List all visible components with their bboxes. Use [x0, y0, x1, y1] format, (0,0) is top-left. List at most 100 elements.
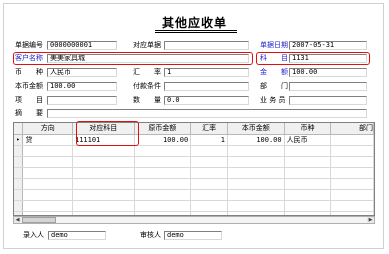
table-row[interactable]: [14, 178, 374, 190]
empty-cell[interactable]: [22, 145, 73, 157]
empty-cell[interactable]: [134, 156, 192, 168]
cell-dept[interactable]: [330, 134, 374, 146]
empty-cell[interactable]: [330, 189, 374, 201]
empty-cell[interactable]: [330, 200, 374, 212]
empty-cell[interactable]: [72, 189, 135, 201]
scroll-left-arrow-icon[interactable]: ◀: [14, 217, 21, 223]
grid-header-indicator: [14, 123, 24, 135]
empty-cell[interactable]: [22, 200, 73, 212]
reviewer-field[interactable]: demo: [164, 231, 222, 240]
empty-cell[interactable]: [284, 189, 332, 201]
table-row[interactable]: [14, 189, 374, 201]
doc-no-field[interactable]: 0000000001: [47, 41, 117, 50]
empty-cell[interactable]: [134, 145, 192, 157]
column-header-currency[interactable]: 币种: [284, 123, 332, 135]
rate-field[interactable]: 1: [164, 68, 249, 77]
empty-cell[interactable]: [284, 156, 332, 168]
row-indicator: [14, 178, 24, 190]
empty-cell[interactable]: [134, 200, 192, 212]
local-amount-field[interactable]: 100.00: [47, 82, 117, 91]
empty-cell[interactable]: [22, 178, 73, 190]
horizontal-scrollbar[interactable]: ◀ ▶: [13, 216, 375, 224]
column-header-local-amount[interactable]: 本币金额: [227, 123, 285, 135]
empty-cell[interactable]: [227, 189, 285, 201]
department-label: 部 门: [260, 82, 288, 90]
empty-cell[interactable]: [190, 200, 228, 212]
empty-cell[interactable]: [134, 178, 192, 190]
empty-cell[interactable]: [72, 167, 135, 179]
table-row[interactable]: [14, 167, 374, 179]
item-field[interactable]: [47, 96, 117, 105]
row-indicator: [14, 167, 24, 179]
empty-cell[interactable]: [190, 145, 228, 157]
empty-cell[interactable]: [330, 156, 374, 168]
amount-field[interactable]: 100.00: [289, 68, 367, 77]
detail-table: 方向 对应科目 原币金额 汇率 本币金额 币种 部门 ▸ 贷 111101 10…: [14, 123, 374, 215]
column-header-rate[interactable]: 汇率: [190, 123, 228, 135]
empty-cell[interactable]: [72, 178, 135, 190]
empty-cell[interactable]: [190, 167, 228, 179]
local-amount-label: 本币金额: [15, 82, 43, 90]
quantity-field[interactable]: 0.0: [164, 96, 249, 105]
quantity-label: 数 量: [133, 96, 161, 104]
empty-cell[interactable]: [22, 156, 73, 168]
empty-cell[interactable]: [330, 145, 374, 157]
empty-cell[interactable]: [134, 189, 192, 201]
cell-orig-amount[interactable]: 100.00: [134, 134, 192, 146]
title-underline: [155, 30, 237, 31]
ref-doc-field[interactable]: [164, 41, 249, 50]
table-row[interactable]: [14, 145, 374, 157]
scroll-right-arrow-icon[interactable]: ▶: [367, 217, 374, 223]
cell-rate[interactable]: 1: [190, 134, 228, 146]
empty-cell[interactable]: [284, 145, 332, 157]
doc-no-label: 单据编号: [15, 41, 43, 49]
empty-cell[interactable]: [190, 178, 228, 190]
empty-cell[interactable]: [227, 167, 285, 179]
empty-cell[interactable]: [284, 167, 332, 179]
cell-currency[interactable]: 人民币: [284, 134, 332, 146]
empty-cell[interactable]: [330, 167, 374, 179]
empty-cell[interactable]: [330, 178, 374, 190]
column-header-orig-amount[interactable]: 原币金额: [134, 123, 192, 135]
cell-local-amount[interactable]: 100.00: [227, 134, 285, 146]
empty-cell[interactable]: [22, 167, 73, 179]
payment-terms-label: 付款条件: [133, 82, 161, 90]
entered-by-label: 录入人: [23, 231, 44, 239]
date-field[interactable]: 2007-05-31: [289, 41, 367, 50]
empty-cell[interactable]: [190, 156, 228, 168]
column-header-dept[interactable]: 部门: [330, 123, 374, 135]
empty-cell[interactable]: [134, 167, 192, 179]
empty-cell[interactable]: [284, 200, 332, 212]
salesperson-field[interactable]: [289, 96, 367, 105]
currency-field[interactable]: 人民币: [47, 68, 117, 77]
empty-cell[interactable]: [227, 145, 285, 157]
empty-cell[interactable]: [227, 178, 285, 190]
table-row[interactable]: [14, 200, 374, 212]
department-field[interactable]: [289, 82, 367, 91]
customer-highlight-box: [13, 52, 253, 65]
empty-cell[interactable]: [284, 178, 332, 190]
payment-terms-field[interactable]: [164, 82, 249, 91]
summary-field[interactable]: [47, 109, 367, 118]
empty-cell[interactable]: [72, 145, 135, 157]
empty-cell[interactable]: [227, 200, 285, 212]
cell-direction[interactable]: 贷: [22, 134, 73, 146]
column-header-direction[interactable]: 方向: [22, 123, 73, 135]
currency-label: 币 种: [15, 68, 43, 76]
scrollbar-thumb[interactable]: [22, 217, 56, 223]
entered-by-field[interactable]: demo: [48, 231, 106, 240]
table-row[interactable]: [14, 156, 374, 168]
table-row[interactable]: ▸ 贷 111101 100.00 1 100.00 人民币: [14, 134, 374, 146]
ref-doc-label: 对应单据: [133, 41, 161, 49]
empty-cell[interactable]: [190, 189, 228, 201]
row-indicator: [14, 189, 24, 201]
grid-header-row: 方向 对应科目 原币金额 汇率 本币金额 币种 部门: [14, 123, 374, 135]
empty-cell[interactable]: [72, 156, 135, 168]
empty-cell[interactable]: [22, 189, 73, 201]
item-label: 项 目: [15, 96, 43, 104]
amount-label: 金 额: [260, 68, 288, 76]
empty-cell[interactable]: [72, 200, 135, 212]
reviewer-label: 审核人: [140, 231, 161, 239]
detail-grid[interactable]: 方向 对应科目 原币金额 汇率 本币金额 币种 部门 ▸ 贷 111101 10…: [13, 122, 375, 216]
empty-cell[interactable]: [227, 156, 285, 168]
